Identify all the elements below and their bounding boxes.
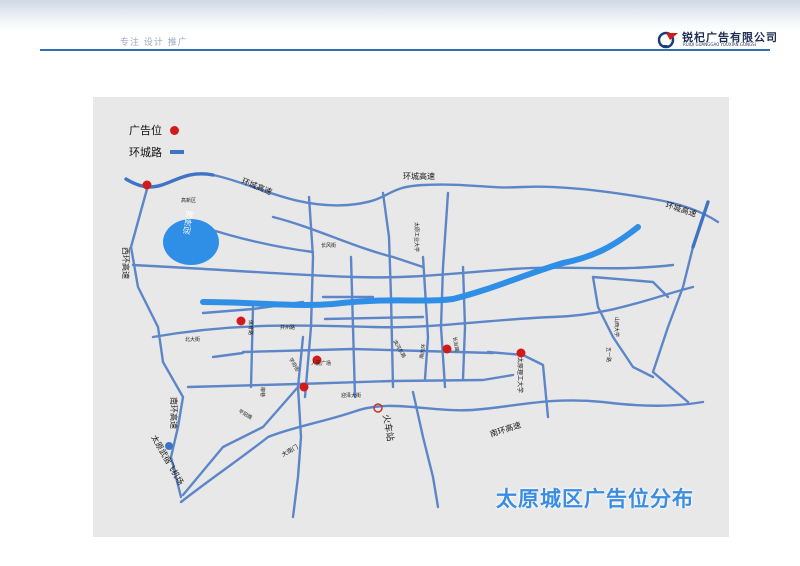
map-label: 长风街 bbox=[321, 242, 336, 249]
header-band bbox=[0, 0, 800, 30]
header-divider bbox=[40, 49, 770, 51]
road-east-3 bbox=[591, 275, 670, 299]
map-label: 长治路 bbox=[451, 336, 461, 352]
road-nw-2 bbox=[201, 225, 315, 254]
ring-road-north bbox=[124, 172, 720, 224]
map-label: 五一路 bbox=[605, 347, 612, 362]
map-label: 北大街 bbox=[185, 336, 200, 343]
map-label: 太原武宿飞机场 bbox=[149, 433, 186, 486]
header-slogan: 专注 设计 推广 bbox=[120, 38, 188, 48]
city-map: 环城高速环城高速环城高速西环高速南环高速南环高速迎泽湖火车站太原武宿飞机场长风街… bbox=[121, 171, 720, 519]
road-diagonal-nw bbox=[271, 215, 425, 269]
map-label: 南环高速 bbox=[169, 397, 179, 429]
map-label: 人民广场 bbox=[311, 360, 331, 367]
map-label: 南环高速 bbox=[489, 420, 523, 439]
legend-ring-road-label: 环城路 bbox=[129, 146, 162, 159]
billboards bbox=[142, 180, 526, 392]
map-label: 西环高速 bbox=[121, 247, 131, 279]
road-west-2 bbox=[211, 351, 245, 359]
legend-billboard: 广告位 bbox=[129, 122, 179, 138]
company-logo-icon bbox=[657, 31, 678, 49]
billboard-marker bbox=[142, 180, 152, 190]
airport-icon bbox=[165, 442, 173, 450]
map-label: 太原工业大学 bbox=[413, 222, 420, 252]
map-label: 平阳路 bbox=[237, 408, 254, 422]
road-center-2 bbox=[323, 315, 425, 321]
map-label: 火车站 bbox=[380, 413, 397, 442]
map-label: 环城高速 bbox=[403, 171, 435, 181]
ring-road-line-icon bbox=[170, 150, 184, 154]
road-north-south-1 bbox=[381, 191, 395, 389]
map-panel: 环城高速 环城高速 环城高速 西环高速 南环高速 南环高速 迎泽湖 火车站 太原武宿飞机场 长风街… bbox=[93, 97, 729, 537]
map-label: 环城高速 bbox=[240, 176, 273, 197]
map-label: 太原理工大学 bbox=[516, 357, 524, 393]
map-label: 体育路 bbox=[247, 320, 254, 335]
billboard-marker bbox=[299, 382, 309, 392]
map-label: 环城高速 bbox=[664, 199, 698, 218]
company-name-english: RUIQI GUANGGAO YOUXIAN GONGSI bbox=[683, 42, 756, 47]
road-east-west-2 bbox=[151, 285, 695, 339]
map-label: 滨河东路 bbox=[391, 339, 407, 360]
road-north-south-5 bbox=[249, 305, 255, 389]
map-title: 太原城区广告位分布 bbox=[496, 487, 694, 511]
map-label: 大南门 bbox=[280, 443, 300, 459]
map-label: 高新区 bbox=[181, 197, 196, 204]
road-north-south-2 bbox=[439, 191, 450, 389]
billboard-marker-icon bbox=[170, 125, 179, 135]
legend-billboard-label: 广告位 bbox=[129, 124, 162, 137]
map-label: 柳巷 bbox=[259, 387, 266, 397]
map-label: 并州路 bbox=[280, 324, 295, 331]
road-east-west-1 bbox=[131, 263, 675, 279]
legend-ring-road: 环城路 bbox=[129, 144, 184, 160]
map-label: 迎泽大街 bbox=[341, 392, 361, 399]
railway-station-icon bbox=[373, 403, 383, 413]
map-label: 山西大学 bbox=[613, 317, 620, 337]
road-east-2 bbox=[591, 275, 655, 379]
billboard-marker bbox=[236, 316, 246, 326]
map-label: 学府街 bbox=[287, 357, 301, 374]
billboard-marker bbox=[442, 344, 452, 354]
